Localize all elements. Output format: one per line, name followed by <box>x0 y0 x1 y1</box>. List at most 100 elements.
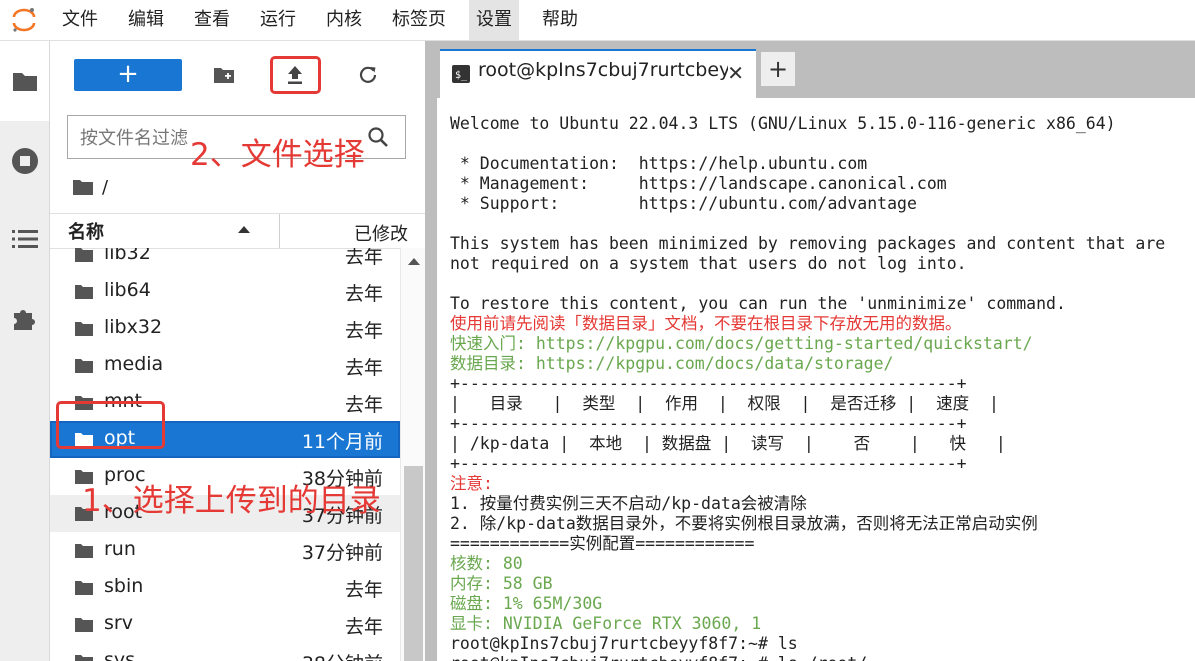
file-name: lib64 <box>104 279 151 301</box>
menu-bar: 文件 编辑 查看 运行 内核 标签页 设置 帮助 <box>0 0 1195 41</box>
tab-bar: $_ root@kpIns7cbuj7rurtcbeyyf8f7: ~ ✕ + <box>437 41 1195 98</box>
terminal-line: This system has been minimized by removi… <box>450 234 1166 253</box>
folder-icon <box>75 655 93 661</box>
file-name: lib32 <box>104 248 151 264</box>
file-name: media <box>104 353 164 375</box>
terminal-line: * Management: https://landscape.canonica… <box>450 174 947 193</box>
annotation-step-1: 1、选择上传到的目录 <box>82 483 381 519</box>
terminal-line: * Documentation: https://help.ubuntu.com <box>450 154 868 173</box>
folder-icon <box>12 73 37 91</box>
scroll-thumb[interactable] <box>404 466 423 661</box>
terminal-line: 快速入门: https://kpgpu.com/docs/getting-sta… <box>450 334 1033 353</box>
table-of-contents-tab[interactable] <box>0 199 49 279</box>
menu-item[interactable]: 标签页 <box>385 0 453 40</box>
file-modified: 去年 <box>344 357 383 379</box>
running-sessions-tab[interactable] <box>0 121 49 201</box>
folder-icon <box>75 544 93 558</box>
add-tab-button[interactable]: + <box>760 51 796 87</box>
new-folder-button[interactable] <box>204 59 244 91</box>
file-browser-tab[interactable] <box>0 41 49 121</box>
list-item[interactable]: run 37分钟前 <box>50 532 400 569</box>
list-item[interactable]: srv 去年 <box>50 606 400 643</box>
menu-item[interactable]: 设置 <box>469 0 519 40</box>
breadcrumb-root[interactable]: / <box>102 177 108 198</box>
list-item[interactable]: sbin 去年 <box>50 569 400 606</box>
file-browser-panel: + / 名称 已修改 <box>50 41 426 661</box>
menu-item[interactable]: 文件 <box>55 0 105 40</box>
tab-terminal[interactable]: $_ root@kpIns7cbuj7rurtcbeyyf8f7: ~ ✕ <box>440 49 756 98</box>
opt-highlight-box <box>56 401 165 449</box>
panel-splitter[interactable] <box>425 41 437 661</box>
name-column-header[interactable]: 名称 <box>68 218 104 244</box>
running-stop-icon <box>11 148 38 174</box>
svg-text:$_: $_ <box>455 70 468 81</box>
search-icon <box>368 127 388 147</box>
file-list: lib32 去年 lib64 去年 libx32 去年 media 去年 mnt <box>50 248 400 661</box>
terminal-line: +---------------------------------------… <box>450 454 967 473</box>
terminal-line: 2. 除/kp-data数据目录外，不要将实例根目录放满，否则将无法正常启动实例 <box>450 514 1038 533</box>
menu-item[interactable]: 编辑 <box>121 0 171 40</box>
file-modified: 去年 <box>344 394 383 416</box>
file-modified: 去年 <box>344 283 383 305</box>
close-icon[interactable]: ✕ <box>727 61 744 85</box>
file-name: sbin <box>104 575 144 597</box>
menu-item[interactable]: 运行 <box>253 0 303 40</box>
modified-column-header[interactable]: 已修改 <box>354 220 408 246</box>
terminal-line: 磁盘: 1% 65M/30G <box>450 594 603 613</box>
extension-puzzle-icon <box>13 310 35 330</box>
terminal-line: 显卡: NVIDIA GeForce RTX 3060, 1 <box>450 614 762 633</box>
extension-manager-tab[interactable] <box>0 278 49 358</box>
terminal-line: | 目录 | 类型 | 作用 | 权限 | 是否迁移 | 速度 | <box>450 394 999 413</box>
menu-item[interactable]: 帮助 <box>535 0 585 40</box>
terminal-line: 1. 按量付费实例三天不启动/kp-data会被清除 <box>450 494 807 513</box>
folder-icon <box>75 618 93 632</box>
terminal-icon: $_ <box>452 65 470 83</box>
list-item[interactable]: media 去年 <box>50 347 400 384</box>
tab-title: root@kpIns7cbuj7rurtcbeyyf8f7: ~ <box>478 59 728 81</box>
menu-item[interactable]: 查看 <box>187 0 237 40</box>
new-folder-icon <box>214 68 234 83</box>
terminal-line: 使用前请先阅读「数据目录」文档，不要在根目录下存放无用的数据。 <box>450 314 962 333</box>
jupyter-logo-icon <box>12 8 36 32</box>
folder-icon <box>75 581 93 595</box>
refresh-button[interactable] <box>348 59 388 91</box>
file-modified: 37分钟前 <box>301 542 383 564</box>
file-name: run <box>104 538 136 560</box>
table-of-contents-icon <box>11 230 38 248</box>
file-name: srv <box>104 612 133 634</box>
annotation-step-2: 2、文件选择 <box>190 137 365 173</box>
file-modified: 38分钟前 <box>302 649 383 661</box>
list-item[interactable]: lib64 去年 <box>50 273 400 310</box>
terminal-line: +---------------------------------------… <box>450 414 967 433</box>
terminal-line: 内存: 58 GB <box>450 574 553 593</box>
file-list-scrollbar[interactable] <box>400 248 426 661</box>
breadcrumb: / <box>72 175 108 199</box>
terminal-output[interactable]: Welcome to Ubuntu 22.04.3 LTS (GNU/Linux… <box>437 98 1195 661</box>
terminal-line: Welcome to Ubuntu 22.04.3 LTS (GNU/Linux… <box>450 114 1116 133</box>
list-item[interactable]: sys 38分钟前 <box>50 643 400 661</box>
scroll-up-arrow-icon[interactable] <box>408 258 420 265</box>
terminal-line: * Support: https://ubuntu.com/advantage <box>450 194 917 213</box>
terminal-line: root@kpIns7cbuj7rurtcbeyyf8f7:~# ls <box>450 634 798 653</box>
menu-item[interactable]: 内核 <box>319 0 369 40</box>
terminal-lines: Welcome to Ubuntu 22.04.3 LTS (GNU/Linux… <box>450 114 1165 661</box>
column-divider[interactable] <box>279 214 280 248</box>
new-launcher-button[interactable]: + <box>74 59 182 91</box>
terminal-line: ============实例配置============ <box>450 534 755 553</box>
terminal-line: | /kp-data | 本地 | 数据盘 | 读写 | 否 | 快 | <box>450 434 1006 453</box>
home-folder-icon[interactable] <box>72 178 94 196</box>
list-item[interactable]: lib32 去年 <box>50 248 400 273</box>
folder-icon <box>75 285 93 299</box>
sort-ascending-icon <box>238 226 250 233</box>
file-modified: 11个月前 <box>301 431 383 453</box>
terminal-line: 注意: <box>450 474 493 493</box>
terminal-line: To restore this content, you can run the… <box>450 294 1066 313</box>
refresh-icon <box>359 66 377 83</box>
list-item[interactable]: libx32 去年 <box>50 310 400 347</box>
terminal-line: root@kpIns7cbuj7rurtcbeyyf8f7:~# ls /roo… <box>450 654 1165 661</box>
folder-icon <box>75 248 93 262</box>
file-modified: 去年 <box>344 320 383 342</box>
terminal-line: +---------------------------------------… <box>450 374 967 393</box>
terminal-line: 数据目录: https://kpgpu.com/docs/data/storag… <box>450 354 894 373</box>
